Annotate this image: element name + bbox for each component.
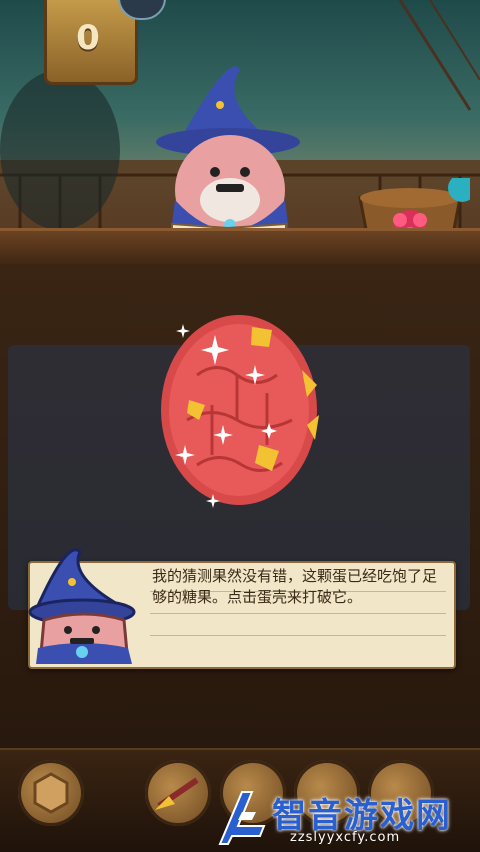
sparkle-icon — [206, 494, 220, 508]
wizard-portrait-icon — [28, 548, 136, 664]
dialog-rule — [150, 635, 446, 636]
watermark-url: zzslyyxcfy.com — [290, 830, 401, 845]
score-value: 0 — [76, 18, 100, 58]
dialog-rule — [150, 613, 446, 614]
hexagon-booster-icon[interactable] — [18, 760, 84, 826]
dialog-text: 我的猜测果然没有错，这颗蛋已经吃饱了足够的糖果。点击蛋壳来打破它。 — [152, 567, 438, 606]
wooden-shelf — [0, 228, 480, 267]
sparkle-icon — [176, 324, 190, 338]
game-scene: 0 我的猜测果然没有错，这颗蛋已经吃饱了足够的糖果。点击蛋壳来打破它。 智音游戏… — [0, 0, 480, 852]
wizard-character — [156, 66, 300, 240]
broom-booster-icon[interactable] — [145, 760, 211, 826]
watermark-logo-icon — [218, 791, 266, 845]
